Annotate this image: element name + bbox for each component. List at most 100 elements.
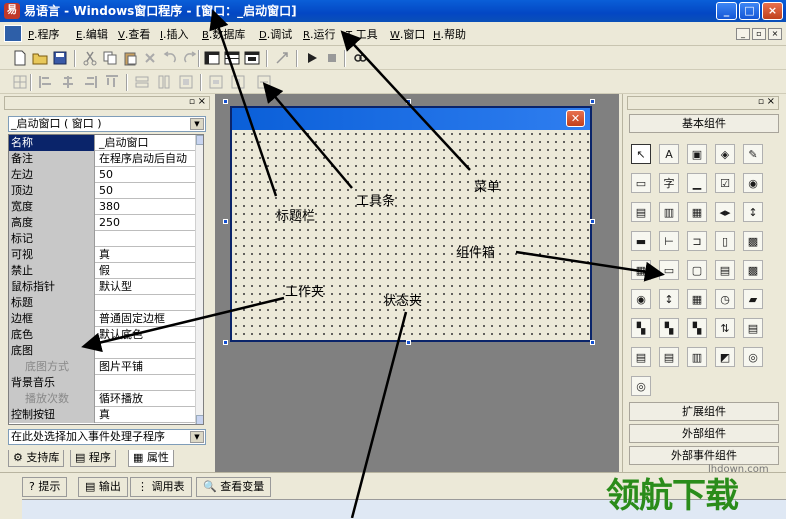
property-value[interactable] xyxy=(97,295,195,311)
redo-icon[interactable] xyxy=(182,50,198,66)
component-tool-icon[interactable]: ↕ xyxy=(743,202,763,222)
mdi-minimize-button[interactable]: _ xyxy=(736,28,750,40)
menu-insert[interactable]: I.插入 xyxy=(160,26,188,43)
property-row[interactable]: 标记 xyxy=(9,231,195,247)
component-tool-icon[interactable]: ⊢ xyxy=(659,231,679,251)
search-icon[interactable] xyxy=(352,50,368,66)
property-value[interactable]: 普通固定边框 xyxy=(97,311,195,327)
tab-hint[interactable]: ? 提示 xyxy=(22,477,68,497)
open-folder-icon[interactable] xyxy=(32,50,48,66)
component-tool-icon[interactable]: ▬ xyxy=(631,231,651,251)
component-tool-icon[interactable]: ▥ xyxy=(659,202,679,222)
event-select[interactable]: 在此处选择加入事件处理子程序 ▼ xyxy=(8,429,206,445)
component-tool-icon[interactable]: ▚ xyxy=(631,318,651,338)
resize-handle[interactable] xyxy=(590,219,595,224)
property-row[interactable]: 控制按钮真 xyxy=(9,407,195,423)
component-tool-icon[interactable]: ↕ xyxy=(659,289,679,309)
property-row[interactable]: 顶边 50 xyxy=(9,183,195,199)
component-tool-icon[interactable]: ⊐ xyxy=(687,231,707,251)
component-tool-icon[interactable]: ▢ xyxy=(687,260,707,280)
same-height-icon[interactable] xyxy=(156,74,172,90)
extended-components-button[interactable]: 扩展组件 xyxy=(629,402,779,421)
property-scrollbar[interactable] xyxy=(195,135,203,424)
property-row[interactable]: 鼠标指针 默认型 xyxy=(9,279,195,295)
center-vertical-icon[interactable] xyxy=(230,74,246,90)
scroll-up-button[interactable] xyxy=(196,135,203,145)
property-value[interactable]: 假 xyxy=(97,263,195,279)
tab-program[interactable]: ▤ 程序 xyxy=(70,450,116,467)
component-tool-icon[interactable]: ▣ xyxy=(687,144,707,164)
property-row[interactable]: 宽度 380 xyxy=(9,199,195,215)
property-row[interactable]: 名称 _启动窗口 xyxy=(9,135,195,151)
component-tool-icon[interactable]: ◎ xyxy=(631,376,651,396)
menu-view[interactable]: V.查看 xyxy=(118,26,150,43)
property-value[interactable]: 默认型 xyxy=(97,279,195,295)
property-value[interactable]: 380 xyxy=(97,199,195,215)
component-tool-icon[interactable]: ◷ xyxy=(715,289,735,309)
property-value[interactable]: 图片平铺 xyxy=(97,359,195,375)
property-row[interactable]: 背景音乐 xyxy=(9,375,195,391)
object-select[interactable]: _启动窗口 ( 窗口 ) ▼ xyxy=(8,116,206,132)
property-value[interactable]: 50 xyxy=(97,167,195,183)
property-value[interactable]: 真 xyxy=(97,407,195,423)
resize-handle[interactable] xyxy=(223,340,228,345)
close-button[interactable]: × xyxy=(762,2,783,20)
app-icon[interactable]: 易 xyxy=(4,3,20,19)
property-row[interactable]: 底色 默认底色 xyxy=(9,327,195,343)
same-width-icon[interactable] xyxy=(134,74,150,90)
component-tool-icon[interactable]: ▦ xyxy=(687,202,707,222)
component-tool-icon[interactable]: ▤ xyxy=(715,260,735,280)
menu-edit[interactable]: E.编辑 xyxy=(76,26,108,43)
menu-help[interactable]: H.帮助 xyxy=(433,26,466,43)
chevron-down-icon[interactable]: ▼ xyxy=(190,431,204,443)
tab-watch-variables[interactable]: 🔍 查看变量 xyxy=(196,477,272,497)
run-icon[interactable] xyxy=(304,50,320,66)
property-value[interactable]: _启动窗口 xyxy=(97,135,195,151)
align-left-icon[interactable] xyxy=(38,74,54,90)
component-tool-icon[interactable]: ✎ xyxy=(743,144,763,164)
component-tool-icon[interactable]: ▥ xyxy=(687,347,707,367)
mdi-restore-button[interactable]: ▫ xyxy=(752,28,766,40)
chevron-down-icon[interactable]: ▼ xyxy=(190,118,204,130)
center-horizontal-icon[interactable] xyxy=(208,74,224,90)
undo-icon[interactable] xyxy=(162,50,178,66)
component-tool-icon[interactable]: ▯ xyxy=(715,231,735,251)
close-icon[interactable]: × xyxy=(767,96,775,107)
component-tool-icon[interactable]: ▚ xyxy=(659,318,679,338)
component-tool-icon[interactable]: ▦ xyxy=(687,289,707,309)
resize-handle[interactable] xyxy=(590,99,595,104)
component-tool-icon[interactable]: ▤ xyxy=(631,347,651,367)
maximize-button[interactable]: □ xyxy=(739,2,760,20)
component-tool-icon[interactable]: ▭ xyxy=(659,260,679,280)
layout-icon[interactable] xyxy=(244,50,260,66)
property-row[interactable]: 底图 xyxy=(9,343,195,359)
align-center-icon[interactable] xyxy=(60,74,76,90)
save-icon[interactable] xyxy=(52,50,68,66)
pin-icon[interactable]: ▫ xyxy=(189,97,195,107)
menu-database[interactable]: B.数据库 xyxy=(202,26,245,43)
external-event-components-button[interactable]: 外部事件组件 xyxy=(629,446,779,465)
component-tool-icon[interactable]: ▚ xyxy=(687,318,707,338)
property-value[interactable]: 循环播放 xyxy=(97,391,195,407)
property-row[interactable]: 可视真 xyxy=(9,247,195,263)
component-tool-icon[interactable]: ◂▸ xyxy=(715,202,735,222)
stop-icon[interactable] xyxy=(324,50,340,66)
close-icon[interactable]: × xyxy=(198,96,206,107)
component-tool-icon[interactable]: ▭ xyxy=(631,173,651,193)
component-tool-icon[interactable]: A xyxy=(659,144,679,164)
resize-handle[interactable] xyxy=(223,219,228,224)
component-tool-icon[interactable]: ▤ xyxy=(659,347,679,367)
delete-icon[interactable] xyxy=(142,50,158,66)
tab-support-library[interactable]: ⚙ 支持库 xyxy=(8,450,65,467)
resize-handle[interactable] xyxy=(590,340,595,345)
menu-program[interactable]: P.程序 xyxy=(28,26,60,43)
mdi-close-button[interactable]: × xyxy=(768,28,782,40)
property-value[interactable] xyxy=(97,231,195,247)
component-tool-icon[interactable]: ▩ xyxy=(743,260,763,280)
menu-run[interactable]: R.运行 xyxy=(303,26,335,43)
layout-icon[interactable] xyxy=(224,50,240,66)
basic-components-button[interactable]: 基本组件 xyxy=(629,114,779,133)
property-value[interactable] xyxy=(97,343,195,359)
resize-handle[interactable] xyxy=(223,99,228,104)
component-tool-icon[interactable]: ↖ xyxy=(631,144,651,164)
